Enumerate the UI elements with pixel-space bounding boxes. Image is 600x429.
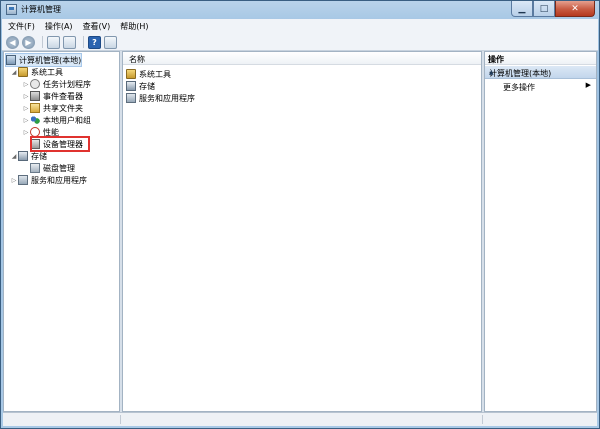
- action-pane: 操作 计算机管理(本地) ▲ 更多操作 ▶: [484, 51, 597, 412]
- expand-triangle-icon[interactable]: ▷: [10, 177, 18, 184]
- disk-management-icon: [30, 163, 40, 173]
- menu-help[interactable]: 帮助(H): [120, 21, 148, 32]
- column-header-label: 名称: [129, 55, 145, 64]
- computer-management-window: 计算机管理 ▁ □ ✕ 文件(F) 操作(A) 查看(V) 帮助(H) ◀ ▶ …: [0, 0, 600, 429]
- event-viewer-icon: [30, 91, 40, 101]
- column-header-name[interactable]: 名称: [123, 52, 481, 65]
- computer-management-icon: [6, 55, 16, 65]
- toolbar: ◀ ▶ ?: [2, 34, 598, 51]
- task-scheduler-icon: [30, 79, 40, 89]
- list-item-label: 服务和应用程序: [139, 93, 195, 103]
- status-segment: [121, 415, 483, 424]
- tree-item-task-scheduler[interactable]: ▷ 任务计划程序: [22, 78, 91, 90]
- help-button[interactable]: ?: [88, 35, 101, 49]
- menu-view[interactable]: 查看(V): [83, 21, 111, 32]
- storage-icon: [126, 81, 136, 91]
- tree-item-event-viewer[interactable]: ▷ 事件查看器: [22, 90, 83, 102]
- expand-triangle-icon[interactable]: ▷: [22, 117, 30, 124]
- expand-triangle-icon[interactable]: ▷: [22, 129, 30, 136]
- users-group-icon: [30, 115, 40, 125]
- collapse-triangle-icon[interactable]: ◢: [10, 153, 18, 160]
- content-list-pane: 名称 系统工具 存储 服务和应用程序: [122, 51, 482, 412]
- tree-item-label: 系统工具: [31, 67, 63, 77]
- status-bar: [3, 412, 597, 426]
- collapse-triangle-icon[interactable]: ◢: [10, 69, 18, 76]
- services-apps-icon: [18, 175, 28, 185]
- console-tree-pane: 计算机管理(本地) ◢ 系统工具 ▷ 任务计划程序 ▷ 事件查看器 ▷ 共享文件…: [3, 51, 120, 412]
- more-actions-link[interactable]: 更多操作: [503, 82, 535, 93]
- highlight-annotation-box: [30, 136, 90, 152]
- show-hide-action-pane-button[interactable]: [104, 35, 117, 49]
- minimize-button[interactable]: ▁: [511, 1, 533, 17]
- status-segment: [3, 415, 121, 424]
- menu-bar: 文件(F) 操作(A) 查看(V) 帮助(H): [2, 19, 598, 34]
- system-tools-icon: [18, 67, 28, 77]
- tree-item-root[interactable]: 计算机管理(本地): [4, 53, 83, 67]
- tree-item-local-users[interactable]: ▷ 本地用户和组: [22, 114, 91, 126]
- close-button[interactable]: ✕: [555, 1, 595, 17]
- action-section-header[interactable]: 计算机管理(本地) ▲: [485, 66, 596, 79]
- tree-item-label: 共享文件夹: [43, 103, 83, 113]
- services-apps-icon: [126, 93, 136, 103]
- list-item[interactable]: 系统工具: [126, 68, 171, 80]
- system-tools-icon: [126, 69, 136, 79]
- list-item-label: 系统工具: [139, 69, 171, 79]
- export-list-button[interactable]: [63, 35, 76, 49]
- menu-file[interactable]: 文件(F): [8, 21, 35, 32]
- storage-icon: [18, 151, 28, 161]
- collapse-caret-icon: ▲: [489, 69, 494, 76]
- show-hide-console-tree-button[interactable]: [47, 35, 60, 49]
- window-title: 计算机管理: [21, 5, 61, 14]
- forward-button[interactable]: ▶: [22, 35, 35, 49]
- client-area: 计算机管理(本地) ◢ 系统工具 ▷ 任务计划程序 ▷ 事件查看器 ▷ 共享文件…: [3, 51, 597, 412]
- title-bar[interactable]: 计算机管理 ▁ □ ✕: [1, 1, 599, 19]
- tree-item-disk-management[interactable]: 磁盘管理: [30, 162, 75, 174]
- minimize-icon: ▁: [518, 3, 526, 14]
- close-icon: ✕: [571, 3, 579, 14]
- expand-triangle-icon[interactable]: ▷: [22, 81, 30, 88]
- list-item-label: 存储: [139, 81, 155, 91]
- action-pane-header: 操作: [485, 52, 596, 65]
- submenu-arrow-icon: ▶: [585, 81, 591, 89]
- tree-item-label: 磁盘管理: [43, 163, 75, 173]
- list-item[interactable]: 存储: [126, 80, 155, 92]
- tree-item-services-apps[interactable]: ▷ 服务和应用程序: [10, 174, 87, 186]
- tree-item-system-tools[interactable]: ◢ 系统工具: [10, 66, 63, 78]
- toolbar-separator: [42, 36, 43, 48]
- tree-item-label: 存储: [31, 151, 47, 161]
- shared-folder-icon: [30, 103, 40, 113]
- tree-item-label: 本地用户和组: [43, 115, 91, 125]
- back-button[interactable]: ◀: [6, 35, 19, 49]
- tree-item-label: 计算机管理(本地): [19, 55, 82, 65]
- help-icon: ?: [92, 37, 97, 47]
- tree-item-label: 事件查看器: [43, 91, 83, 101]
- computer-management-app-icon: [6, 4, 17, 15]
- caption-buttons: ▁ □ ✕: [511, 1, 595, 17]
- expand-triangle-icon[interactable]: ▷: [22, 93, 30, 100]
- maximize-icon: □: [539, 3, 549, 14]
- list-item[interactable]: 服务和应用程序: [126, 92, 195, 104]
- toolbar-separator: [83, 36, 84, 48]
- back-arrow-icon: ◀: [9, 37, 16, 47]
- action-pane-title: 操作: [488, 55, 504, 64]
- maximize-button[interactable]: □: [533, 1, 555, 17]
- menu-action[interactable]: 操作(A): [45, 21, 73, 32]
- tree-item-label: 任务计划程序: [43, 79, 91, 89]
- expand-triangle-icon[interactable]: ▷: [22, 105, 30, 112]
- tree-item-shared-folders[interactable]: ▷ 共享文件夹: [22, 102, 83, 114]
- forward-arrow-icon: ▶: [25, 37, 32, 47]
- tree-item-label: 服务和应用程序: [31, 175, 87, 185]
